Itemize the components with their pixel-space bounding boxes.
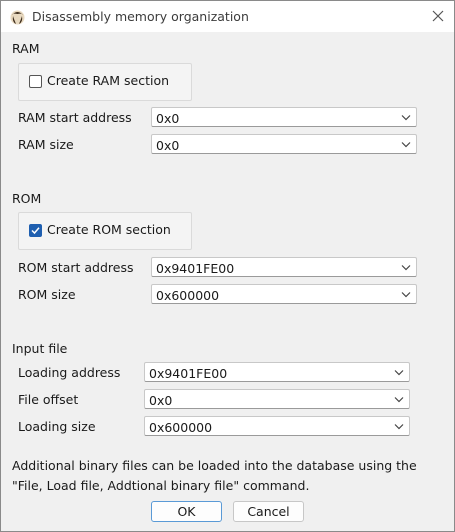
rom-start-label: ROM start address xyxy=(18,260,134,275)
rom-create-group: Create ROM section xyxy=(18,212,192,250)
ram-start-value: 0x0 xyxy=(156,111,180,126)
loading-size-label: Loading size xyxy=(18,419,96,434)
rom-section-label: ROM xyxy=(12,191,42,206)
ram-create-group: Create RAM section xyxy=(18,63,192,101)
ram-size-combo[interactable]: 0x0 xyxy=(151,134,417,154)
chevron-down-icon xyxy=(401,292,411,298)
rom-start-value: 0x9401FE00 xyxy=(156,261,235,276)
loading-size-combo[interactable]: 0x600000 xyxy=(144,416,410,436)
ram-start-combo[interactable]: 0x0 xyxy=(151,107,417,127)
rom-start-combo[interactable]: 0x9401FE00 xyxy=(151,257,417,277)
chevron-down-icon xyxy=(394,424,404,430)
ram-create-checkbox[interactable] xyxy=(29,75,42,88)
rom-create-label[interactable]: Create ROM section xyxy=(47,222,171,237)
rom-size-label: ROM size xyxy=(18,287,76,302)
loading-address-value: 0x9401FE00 xyxy=(149,366,228,381)
chevron-down-icon xyxy=(394,370,404,376)
file-offset-label: File offset xyxy=(18,392,79,407)
ram-section-label: RAM xyxy=(12,41,40,56)
chevron-down-icon xyxy=(401,142,411,148)
ram-size-label: RAM size xyxy=(18,137,74,152)
rom-size-combo[interactable]: 0x600000 xyxy=(151,284,417,304)
app-icon xyxy=(10,10,25,25)
loading-size-value: 0x600000 xyxy=(149,420,213,435)
input-file-section-label: Input file xyxy=(12,341,68,356)
file-offset-value: 0x0 xyxy=(149,393,173,408)
window-title: Disassembly memory organization xyxy=(32,9,249,24)
rom-size-value: 0x600000 xyxy=(156,288,220,303)
chevron-down-icon xyxy=(401,115,411,121)
dialog-window: Disassembly memory organization RAM Crea… xyxy=(0,0,455,532)
chevron-down-icon xyxy=(394,397,404,403)
ok-button[interactable]: OK xyxy=(151,501,222,522)
title-bar: Disassembly memory organization xyxy=(1,1,454,32)
info-note: Additional binary files can be loaded in… xyxy=(12,456,417,496)
close-icon[interactable] xyxy=(430,8,446,24)
loading-address-combo[interactable]: 0x9401FE00 xyxy=(144,362,410,382)
ram-create-label[interactable]: Create RAM section xyxy=(47,73,169,88)
checkmark-icon xyxy=(31,227,40,235)
ram-start-label: RAM start address xyxy=(18,110,132,125)
chevron-down-icon xyxy=(401,265,411,271)
cancel-button[interactable]: Cancel xyxy=(233,501,304,522)
info-note-line-2: "File, Load file, Addtional binary file"… xyxy=(12,478,310,493)
ram-size-value: 0x0 xyxy=(156,138,180,153)
info-note-line-1: Additional binary files can be loaded in… xyxy=(12,458,417,473)
rom-create-checkbox[interactable] xyxy=(29,224,42,237)
file-offset-combo[interactable]: 0x0 xyxy=(144,389,410,409)
loading-address-label: Loading address xyxy=(18,365,121,380)
